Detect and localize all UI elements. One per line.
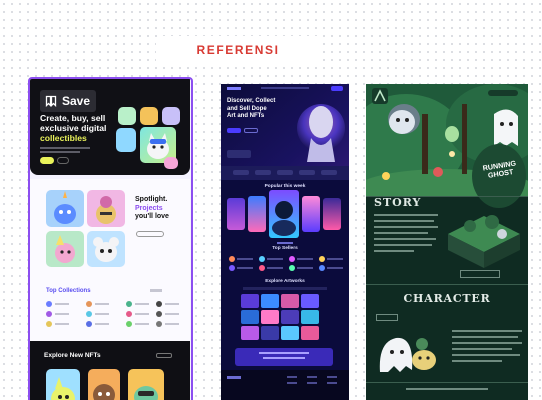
nft-thumb <box>118 107 136 125</box>
collection-row[interactable] <box>156 311 186 317</box>
connect-button[interactable] <box>331 86 343 91</box>
seller-item[interactable] <box>229 265 257 271</box>
artworks-title: Explore Artworks <box>265 279 305 284</box>
section-title: REFERENSI <box>196 43 280 57</box>
collections-title: Top Collections <box>46 288 91 294</box>
nft-card[interactable] <box>128 369 164 400</box>
artwork-thumb[interactable] <box>261 326 279 340</box>
nft-thumb <box>140 107 158 125</box>
artwork-thumb[interactable] <box>301 310 319 324</box>
featured-nft-card[interactable] <box>269 190 299 238</box>
bookmark-icon <box>45 95 57 107</box>
explore-title: Explore New NFTs <box>44 352 101 359</box>
section-header: REFERENSI <box>156 36 320 64</box>
statue-artwork <box>297 104 345 162</box>
hero-primary-button[interactable] <box>40 157 54 164</box>
nft-card[interactable] <box>46 190 84 227</box>
collection-row[interactable] <box>86 311 116 317</box>
category-tab[interactable] <box>299 170 315 175</box>
explore-button[interactable] <box>227 128 241 133</box>
seller-item[interactable] <box>259 265 287 271</box>
save-label: Save <box>62 94 91 108</box>
hero-headline: Create, buy, sell exclusive digital coll… <box>40 113 107 143</box>
artwork-thumb[interactable] <box>281 310 299 324</box>
artwork-thumb[interactable] <box>301 294 319 308</box>
reference-card-nft-dark[interactable]: Discover, Collect and Sell Dope Art and … <box>221 84 349 400</box>
character-title: CHARACTER <box>403 292 491 305</box>
collection-row[interactable] <box>126 311 156 317</box>
nft-card[interactable] <box>46 231 84 267</box>
nft-thumb <box>116 128 136 152</box>
floating-island-illustration <box>448 215 520 268</box>
seller-item[interactable] <box>289 265 317 271</box>
collection-row[interactable] <box>126 301 156 307</box>
artwork-thumb[interactable] <box>261 294 279 308</box>
reference-card-running-ghost[interactable]: RUNNING GHOST STORY CHARACTER <box>366 84 528 400</box>
sellers-title: Top Sellers <box>272 246 298 251</box>
explore-more-button[interactable] <box>136 231 164 237</box>
nft-thumb <box>164 157 178 169</box>
nft-thumb <box>162 107 180 125</box>
seller-item[interactable] <box>319 265 347 271</box>
story-title: STORY <box>374 196 422 209</box>
category-tab[interactable] <box>277 170 293 175</box>
collection-row[interactable] <box>86 301 116 307</box>
save-button[interactable]: Save <box>40 90 96 112</box>
nft-card[interactable] <box>87 231 125 267</box>
collection-row[interactable] <box>86 321 116 327</box>
hero-headline: Discover, Collect and Sell Dope Art and … <box>227 98 276 119</box>
artwork-thumb[interactable] <box>241 326 259 340</box>
collection-row[interactable] <box>46 301 76 307</box>
category-tab[interactable] <box>233 170 249 175</box>
artwork-thumb[interactable] <box>261 310 279 324</box>
collection-row[interactable] <box>156 301 186 307</box>
nft-card[interactable] <box>227 198 245 230</box>
story-button[interactable] <box>460 270 500 278</box>
nft-card[interactable] <box>248 196 266 232</box>
category-tab[interactable] <box>255 170 271 175</box>
nft-card[interactable] <box>87 190 125 227</box>
seller-item[interactable] <box>319 256 347 262</box>
seller-item[interactable] <box>289 256 317 262</box>
category-tab[interactable] <box>321 170 337 175</box>
seller-item[interactable] <box>259 256 287 262</box>
collection-row[interactable] <box>126 321 156 327</box>
seller-item[interactable] <box>229 256 257 262</box>
spotlight-headline: Spotlight. Projects you'll love <box>135 196 169 220</box>
hero-secondary-button[interactable] <box>57 157 69 164</box>
nft-card[interactable] <box>323 198 341 230</box>
artwork-thumb[interactable] <box>281 294 299 308</box>
artwork-thumb[interactable] <box>301 326 319 340</box>
create-button[interactable] <box>244 128 258 133</box>
collection-row[interactable] <box>46 321 76 327</box>
popular-title: Popular this week <box>264 184 306 189</box>
reference-card-nft-light[interactable]: Save Create, buy, sell exclusive digital… <box>28 77 193 400</box>
artwork-thumb[interactable] <box>241 294 259 308</box>
collection-row[interactable] <box>156 321 186 327</box>
footer <box>221 370 349 400</box>
nft-card[interactable] <box>302 196 320 232</box>
hero-banner: Save Create, buy, sell exclusive digital… <box>30 79 190 175</box>
ghost-characters-illustration <box>379 337 436 372</box>
nft-card[interactable] <box>46 369 80 400</box>
character-tab[interactable] <box>376 314 398 321</box>
collection-row[interactable] <box>46 311 76 317</box>
artwork-thumb[interactable] <box>281 326 299 340</box>
nft-card[interactable] <box>88 369 120 400</box>
filter-button[interactable] <box>156 353 172 358</box>
artwork-thumb[interactable] <box>241 310 259 324</box>
